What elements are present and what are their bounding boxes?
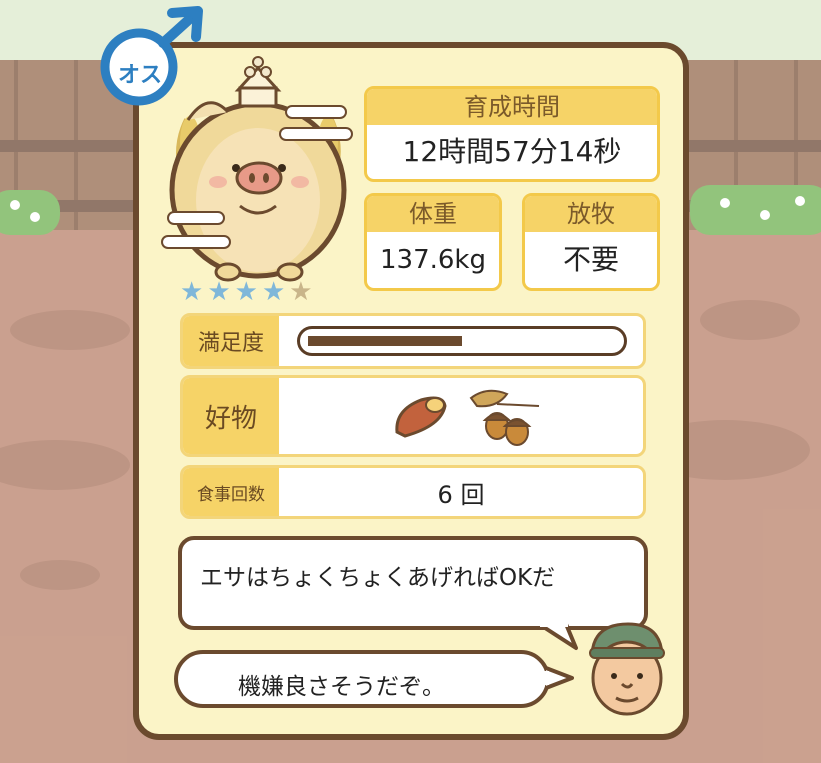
grazing-value: 不要: [562, 243, 619, 276]
star-icon: ★: [207, 277, 231, 307]
mood-text: 機嫌良さそうだぞ。: [238, 674, 445, 700]
sweet-potato-icon: [391, 392, 451, 446]
favorite-food-row: 好物: [180, 375, 646, 457]
meal-count-value: 6 回: [437, 480, 485, 509]
satisfaction-label: 満足度: [183, 316, 279, 366]
star-empty-icon: ★: [289, 277, 313, 307]
grazing-box: 放牧 不要: [522, 193, 660, 291]
acorn-icon: [467, 386, 541, 452]
weight-label: 体重: [367, 196, 499, 232]
growth-time-value: 12時間57分14秒: [402, 135, 622, 168]
meal-count-row: 食事回数 6 回: [180, 465, 646, 519]
satisfaction-row: 満足度: [180, 313, 646, 369]
weight-box: 体重 137.6kg: [364, 193, 502, 291]
star-rating: ★ ★ ★ ★ ★: [180, 279, 313, 305]
advice-text: エサはちょくちょくあげればOKだ: [200, 565, 556, 591]
weight-value: 137.6kg: [380, 245, 486, 275]
advice-speech-bubble: エサはちょくちょくあげればOKだ: [178, 536, 648, 630]
pig-portrait: [158, 50, 358, 285]
farmer-avatar: [582, 618, 672, 722]
star-icon: ★: [261, 277, 286, 307]
grazing-label: 放牧: [525, 196, 657, 232]
star-icon: ★: [180, 277, 204, 307]
meal-count-label: 食事回数: [183, 468, 279, 516]
growth-time-box: 育成時間 12時間57分14秒: [364, 86, 660, 182]
satisfaction-bar-fill: [308, 336, 462, 346]
mood-speech-bubble: 機嫌良さそうだぞ。: [174, 650, 550, 708]
star-icon: ★: [234, 277, 258, 307]
growth-time-label: 育成時間: [367, 89, 657, 125]
satisfaction-bar: [297, 326, 627, 356]
favorite-label: 好物: [183, 378, 279, 454]
